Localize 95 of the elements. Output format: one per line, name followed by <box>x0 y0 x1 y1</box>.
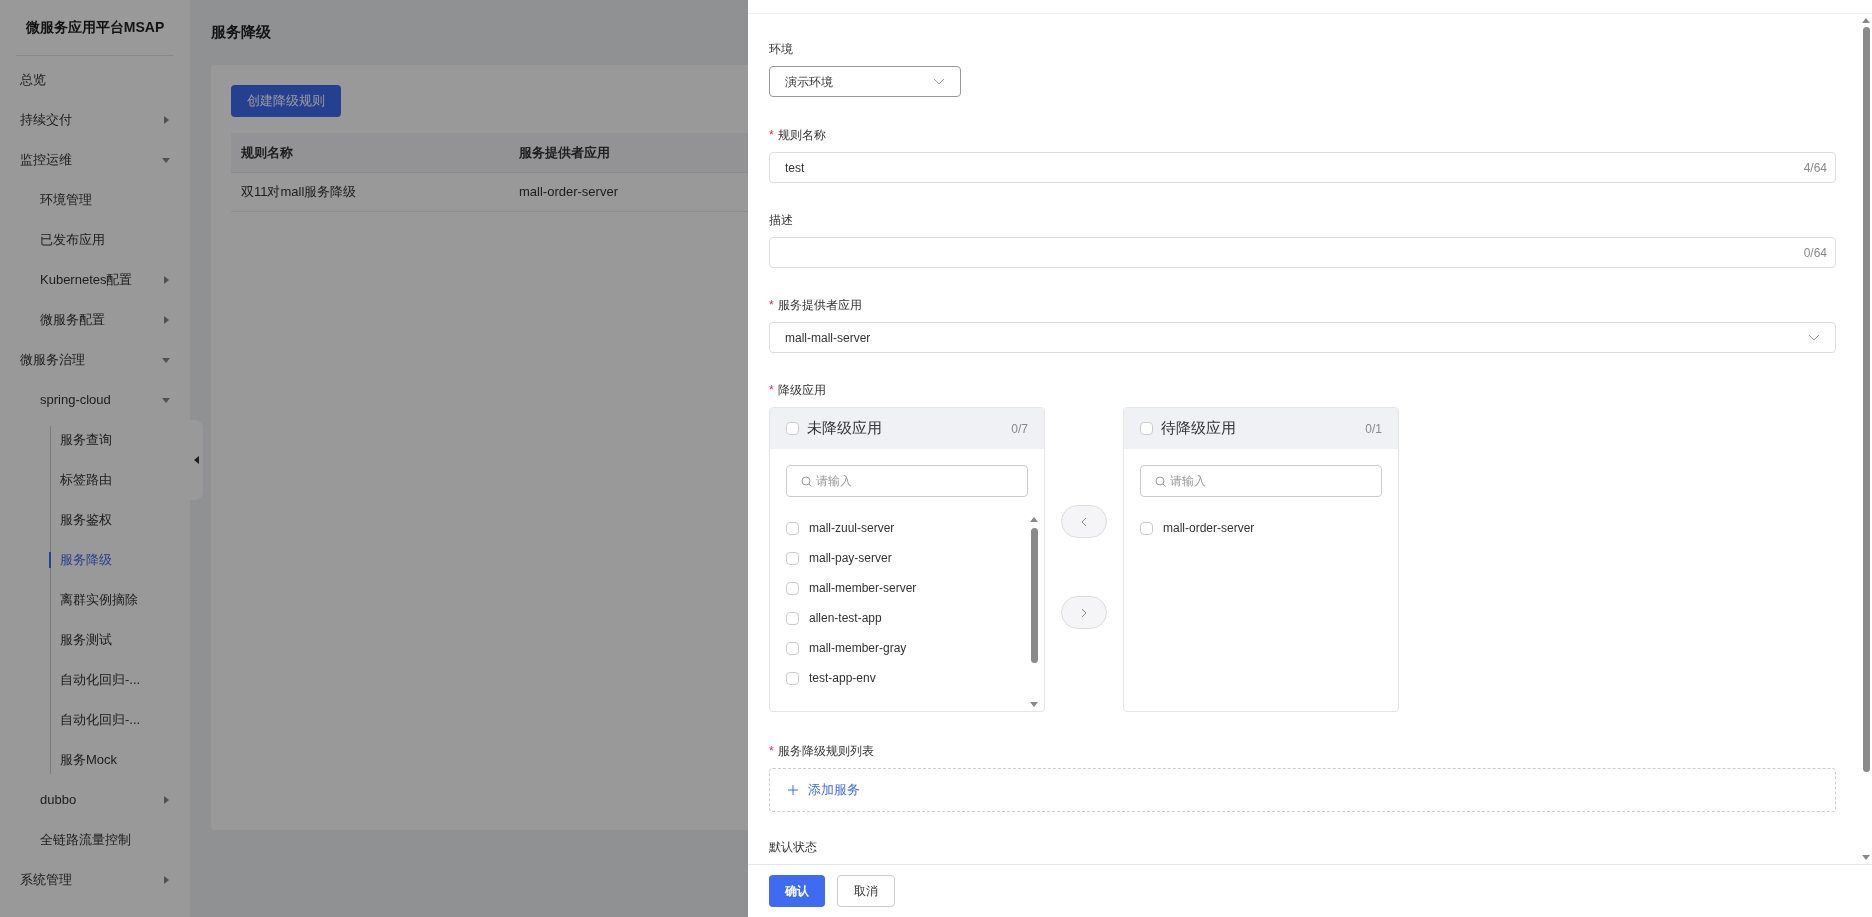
plus-icon <box>788 785 798 795</box>
menu-item[interactable]: 微服务配置 <box>0 300 190 340</box>
table-cell-text: 双11对mall服务降级 <box>240 183 358 202</box>
table-cell-text: mall-order-server <box>518 183 619 202</box>
field-label: 降级应用 <box>777 382 826 399</box>
menu-item[interactable]: 全链路流量控制 <box>0 820 190 860</box>
provider-select[interactable]: mall-mall-server <box>769 322 1836 353</box>
menu-item[interactable]: 系统管理 <box>0 860 190 900</box>
move-left-button[interactable] <box>1061 505 1107 538</box>
add-service-button[interactable]: 添加服务 <box>769 768 1836 812</box>
chevron-left-icon <box>1081 516 1087 527</box>
menu-item[interactable]: 已发布应用 <box>0 220 190 260</box>
search-field[interactable]: 请输入 <box>1140 465 1382 497</box>
field-label: 规则名称 <box>777 127 826 144</box>
select-all-checkbox[interactable] <box>786 422 799 435</box>
menu-item[interactable]: 微服务治理 <box>0 340 190 380</box>
item-checkbox[interactable] <box>786 611 799 625</box>
move-right-button[interactable] <box>1061 596 1107 629</box>
item-checkbox[interactable] <box>786 641 799 655</box>
menu-item[interactable]: 总览 <box>0 60 190 100</box>
menu-item[interactable]: 服务测试 <box>0 620 190 660</box>
app-title: 微服务应用平台MSAP <box>25 18 165 37</box>
panel-title: 待降级应用 <box>1161 418 1237 439</box>
scroll-down-icon <box>1862 855 1870 860</box>
menu-item[interactable]: dubbo <box>0 780 190 820</box>
transfer-item[interactable]: mall-member-gray <box>809 639 907 657</box>
menu-item[interactable]: 服务Mock <box>0 740 190 780</box>
selection-count: 0/1 <box>1365 420 1382 438</box>
caret-down-icon <box>162 356 170 364</box>
scroll-down-icon <box>1030 702 1038 707</box>
transfer-item[interactable]: allen-test-app <box>809 609 882 627</box>
scroll-up-icon <box>1862 18 1870 23</box>
caret-right-icon <box>162 876 170 884</box>
menu-item[interactable]: 离群实例摘除 <box>0 580 190 620</box>
required-mark: * <box>769 297 774 314</box>
menu-item[interactable]: 监控运维 <box>0 140 190 180</box>
menu-item[interactable]: spring-cloud <box>0 380 190 420</box>
required-mark: * <box>769 743 774 760</box>
caret-right-icon <box>162 276 170 284</box>
menu-item[interactable]: Kubernetes配置 <box>0 260 190 300</box>
caret-right-icon <box>162 796 170 804</box>
caret-right-icon <box>162 116 170 124</box>
collapse-handle[interactable] <box>190 420 203 500</box>
confirm-button[interactable]: 确认 <box>769 875 825 907</box>
caret-down-icon <box>162 156 170 164</box>
item-checkbox[interactable] <box>786 581 799 595</box>
transfer-item[interactable]: mall-pay-server <box>809 549 892 567</box>
transfer-item[interactable]: mall-order-server <box>1163 519 1255 537</box>
rule-name-input[interactable]: test 4/64 <box>769 152 1836 183</box>
create-rule-button[interactable]: 创建降级规则 <box>231 85 341 117</box>
menu-item[interactable]: 持续交付 <box>0 100 190 140</box>
cancel-button[interactable]: 取消 <box>837 875 895 907</box>
scrollbar-thumb[interactable] <box>1862 27 1870 772</box>
caret-right-icon <box>162 316 170 324</box>
field-label: 服务降级规则列表 <box>777 743 874 760</box>
search-icon <box>1155 475 1166 487</box>
panel-title: 未降级应用 <box>807 418 883 439</box>
menu-item[interactable]: 自动化回归-... <box>0 700 190 740</box>
field-label: 默认状态 <box>769 839 817 856</box>
transfer-item[interactable]: mall-member-server <box>809 579 917 597</box>
field-label: 服务提供者应用 <box>777 297 862 314</box>
character-counter: 4/64 <box>1803 159 1827 177</box>
scroll-up-icon <box>1030 517 1038 522</box>
transfer-item[interactable]: mall-zuul-server <box>809 519 895 537</box>
menu-item[interactable]: 服务查询 <box>0 420 190 460</box>
caret-down-icon <box>162 396 170 404</box>
selection-count: 0/7 <box>1011 420 1028 438</box>
description-input[interactable]: 0/64 <box>769 237 1836 268</box>
item-checkbox[interactable] <box>786 551 799 565</box>
chevron-down-icon <box>1808 334 1820 341</box>
select-all-checkbox[interactable] <box>1140 422 1153 435</box>
chevron-right-icon <box>1081 607 1087 618</box>
item-checkbox[interactable] <box>1140 521 1153 535</box>
environment-select[interactable]: 演示环境 <box>769 66 961 97</box>
column-header: 服务提供者应用 <box>518 143 611 162</box>
character-counter: 0/64 <box>1803 244 1827 262</box>
field-label: 描述 <box>769 212 793 229</box>
item-checkbox[interactable] <box>786 671 799 685</box>
column-header: 规则名称 <box>240 143 294 162</box>
menu-item[interactable]: 标签路由 <box>0 460 190 500</box>
required-mark: * <box>769 127 774 144</box>
search-field[interactable]: 请输入 <box>786 465 1028 497</box>
chevron-down-icon <box>933 78 945 85</box>
search-icon <box>801 475 812 487</box>
transfer-item[interactable]: test-app-env <box>809 669 876 687</box>
item-checkbox[interactable] <box>786 521 799 535</box>
field-label: 环境 <box>769 41 793 58</box>
required-mark: * <box>769 382 774 399</box>
menu-item[interactable]: 自动化回归-... <box>0 660 190 700</box>
menu-item[interactable]: 服务降级 <box>0 540 190 580</box>
menu-item[interactable]: 环境管理 <box>0 180 190 220</box>
caret-left-icon <box>194 456 199 464</box>
menu-item[interactable]: 服务鉴权 <box>0 500 190 540</box>
page-title: 服务降级 <box>211 22 271 43</box>
scrollbar-thumb[interactable] <box>1030 528 1038 663</box>
